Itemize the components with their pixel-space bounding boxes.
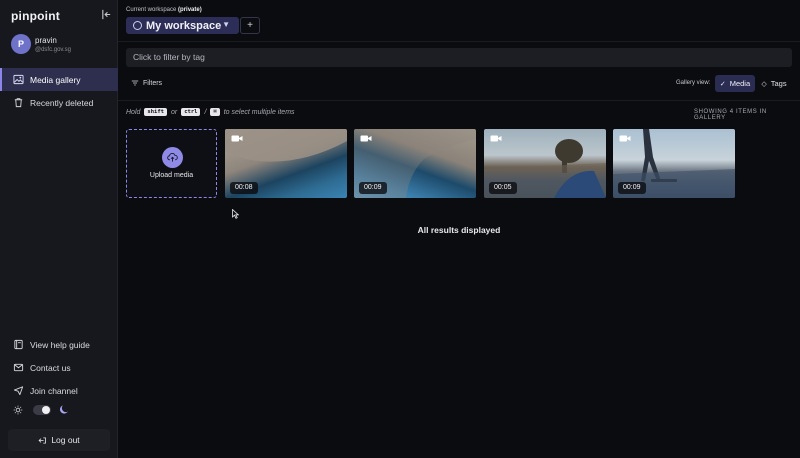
item-count: SHOWING 4 ITEMS IN GALLERY	[694, 109, 767, 121]
user-email: @dsfc.gov.sg	[35, 46, 71, 53]
filters-button[interactable]: Filters	[127, 76, 166, 90]
user-profile[interactable]: P pravin @dsfc.gov.sg	[11, 34, 71, 54]
book-icon	[14, 339, 23, 350]
tag-filter-input[interactable]: Click to filter by tag	[126, 48, 792, 67]
shift-key: shift	[144, 108, 167, 116]
upload-cloud-icon	[162, 147, 183, 168]
trash-icon	[14, 98, 23, 108]
logout-label: Log out	[51, 435, 80, 445]
contact-us-link[interactable]: Contact us	[0, 356, 118, 379]
media-item[interactable]: 00:08	[225, 129, 347, 198]
tag-icon: ◇	[761, 80, 767, 88]
results-footer: All results displayed	[417, 225, 501, 235]
avatar: P	[11, 34, 31, 54]
mail-icon	[13, 363, 24, 372]
workspace-icon	[133, 21, 142, 30]
video-camera-icon	[490, 135, 502, 142]
help-guide-label: View help guide	[30, 339, 90, 350]
video-camera-icon	[231, 135, 243, 142]
sidebar-bottom-nav: View help guide Contact us Join channel	[0, 333, 118, 402]
workspace-selector[interactable]: My workspace ▼	[126, 17, 239, 34]
app-logo[interactable]: pinpoint	[11, 9, 60, 23]
check-icon: ✓	[719, 80, 726, 88]
collapse-sidebar-icon[interactable]	[100, 9, 112, 21]
video-duration: 00:08	[230, 182, 258, 194]
media-item[interactable]: 00:09	[354, 129, 476, 198]
view-tags-button[interactable]: ◇ Tags	[756, 75, 792, 92]
image-gallery-icon	[13, 74, 24, 85]
help-guide-link[interactable]: View help guide	[0, 333, 118, 356]
user-name: pravin	[35, 35, 57, 45]
gallery-view-label: Gallery view:	[676, 80, 711, 86]
sidebar-nav: Media gallery Recently deleted	[0, 68, 118, 114]
sidebar-item-label: Media gallery	[30, 74, 81, 85]
theme-toggle[interactable]	[33, 404, 51, 415]
header-divider	[118, 41, 800, 42]
video-duration: 00:05	[489, 182, 517, 194]
chevron-down-icon: ▼	[222, 20, 230, 29]
logout-icon	[38, 436, 47, 444]
moon-icon	[59, 405, 68, 414]
view-media-label: Media	[729, 79, 751, 88]
view-media-button[interactable]: ✓ Media	[715, 75, 755, 92]
video-camera-icon	[619, 135, 631, 142]
upload-media-label: Upload media	[149, 172, 194, 179]
media-item[interactable]: 00:05	[484, 129, 606, 198]
workspace-name: My workspace	[146, 19, 222, 32]
mouse-cursor-icon	[232, 209, 239, 219]
join-channel-label: Join channel	[30, 385, 78, 396]
sidebar-item-recently-deleted[interactable]: Recently deleted	[0, 91, 118, 114]
ctrl-key: ctrl	[181, 108, 201, 116]
sun-icon	[13, 405, 23, 414]
video-duration: 00:09	[359, 182, 387, 194]
workspace-label: Current workspace (private)	[126, 7, 202, 13]
contact-us-label: Contact us	[30, 362, 71, 373]
add-workspace-button[interactable]: +	[240, 17, 260, 34]
filters-label: Filters	[143, 79, 163, 87]
logout-button[interactable]: Log out	[8, 429, 110, 451]
view-tags-label: Tags	[770, 79, 787, 88]
upload-media-button[interactable]: Upload media	[126, 129, 217, 198]
media-item[interactable]: 00:09	[613, 129, 735, 198]
join-channel-link[interactable]: Join channel	[0, 379, 118, 402]
send-icon	[13, 386, 24, 396]
multi-select-hint: Hold shift or ctrl / ⌘ to select multipl…	[126, 108, 295, 116]
cmd-key: ⌘	[210, 108, 220, 116]
sidebar-item-label: Recently deleted	[30, 97, 94, 108]
theme-switch	[13, 404, 70, 415]
sidebar-item-media-gallery[interactable]: Media gallery	[0, 68, 118, 91]
video-camera-icon	[360, 135, 372, 142]
filter-lines-icon	[131, 80, 139, 86]
toolbar-divider	[118, 100, 800, 101]
video-duration: 00:09	[618, 182, 646, 194]
